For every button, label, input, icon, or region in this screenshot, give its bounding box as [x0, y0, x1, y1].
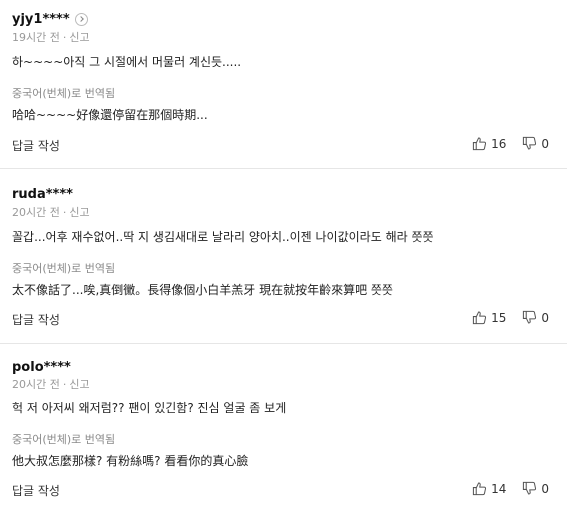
- meta-separator: ·: [62, 378, 67, 391]
- meta-separator: ·: [62, 31, 67, 44]
- comment-time: 19시간 전: [12, 31, 60, 44]
- comment-text: 하~~~~아직 그 시절에서 머물러 계신듯.....: [12, 55, 242, 69]
- thumbs-up-icon: [472, 482, 487, 496]
- divider: [0, 343, 567, 344]
- author-name[interactable]: yjy1****: [12, 12, 70, 27]
- reply-button[interactable]: 답글 작성: [12, 137, 60, 154]
- author-name[interactable]: ruda****: [12, 187, 73, 202]
- translation-label: 중국어(번체)로 번역됨: [12, 262, 116, 275]
- report-link[interactable]: 신고: [69, 378, 89, 391]
- comment-text: 꼴갑...어후 재수없어..딱 지 생김새대로 날라리 양아치..이젠 나이값이…: [12, 230, 434, 244]
- dislike-count: 0: [541, 136, 549, 151]
- translation-label: 중국어(번체)로 번역됨: [12, 87, 116, 100]
- author-name[interactable]: polo****: [12, 360, 71, 375]
- report-link[interactable]: 신고: [69, 31, 89, 44]
- translated-text: 太不像話了...唉,真倒黴。長得像個小白羊羔牙 現在就按年齡來算吧 쯧쯧: [12, 283, 393, 297]
- chevron-right-icon[interactable]: [74, 13, 88, 26]
- thumbs-up-icon: [472, 311, 487, 325]
- thumbs-down-icon: [523, 310, 537, 324]
- report-link[interactable]: 신고: [69, 206, 89, 219]
- comment-item: polo**** 20시간 전 · 신고 헉 저 아저씨 왜저럼?? 팬이 있긴함?…: [0, 354, 567, 513]
- reply-button[interactable]: 답글 작성: [12, 311, 60, 328]
- comment-time: 20시간 전: [12, 378, 60, 391]
- vote-group: 16 0: [472, 136, 549, 151]
- meta-separator: ·: [62, 206, 67, 219]
- dislike-count: 0: [541, 310, 549, 325]
- reply-button[interactable]: 답글 작성: [12, 482, 60, 499]
- like-count: 16: [491, 136, 507, 151]
- thumbs-down-icon: [523, 136, 537, 150]
- comment-meta: 19시간 전 · 신고: [12, 29, 90, 45]
- thumbs-down-icon: [523, 481, 537, 495]
- comment-author[interactable]: ruda****: [12, 187, 73, 202]
- comment-text: 헉 저 아저씨 왜저럼?? 팬이 있긴함? 진심 얼굴 좀 보게: [12, 401, 287, 415]
- like-button[interactable]: 14: [472, 481, 506, 496]
- like-count: 15: [491, 310, 507, 325]
- translation-label: 중국어(번체)로 번역됨: [12, 433, 116, 446]
- dislike-button[interactable]: 0: [522, 310, 549, 325]
- comment-time: 20시간 전: [12, 206, 60, 219]
- like-button[interactable]: 15: [472, 310, 506, 325]
- comment-author[interactable]: yjy1****: [12, 12, 88, 27]
- comment-item: yjy1**** 19시간 전 · 신고 하~~~~아직 그 시절에서 머물러 계신…: [0, 0, 567, 160]
- translated-text: 他大叔怎麼那樣? 有粉絲嗎? 看看你的真心臉: [12, 454, 249, 468]
- vote-group: 14 0: [472, 481, 549, 496]
- comment-meta: 20시간 전 · 신고: [12, 376, 90, 392]
- comment-list: yjy1**** 19시간 전 · 신고 하~~~~아직 그 시절에서 머물러 계신…: [0, 0, 567, 513]
- dislike-count: 0: [541, 481, 549, 496]
- dislike-button[interactable]: 0: [522, 136, 549, 151]
- like-count: 14: [491, 481, 507, 496]
- comment-meta: 20시간 전 · 신고: [12, 204, 90, 220]
- dislike-button[interactable]: 0: [522, 481, 549, 496]
- divider: [0, 168, 567, 169]
- comment-item: ruda**** 20시간 전 · 신고 꼴갑...어후 재수없어..딱 지 생김새…: [0, 178, 567, 338]
- like-button[interactable]: 16: [472, 136, 506, 151]
- vote-group: 15 0: [472, 310, 549, 325]
- thumbs-up-icon: [472, 137, 487, 151]
- translated-text: 哈哈~~~~好像還停留在那個時期...: [12, 108, 208, 122]
- comment-author[interactable]: polo****: [12, 360, 71, 375]
